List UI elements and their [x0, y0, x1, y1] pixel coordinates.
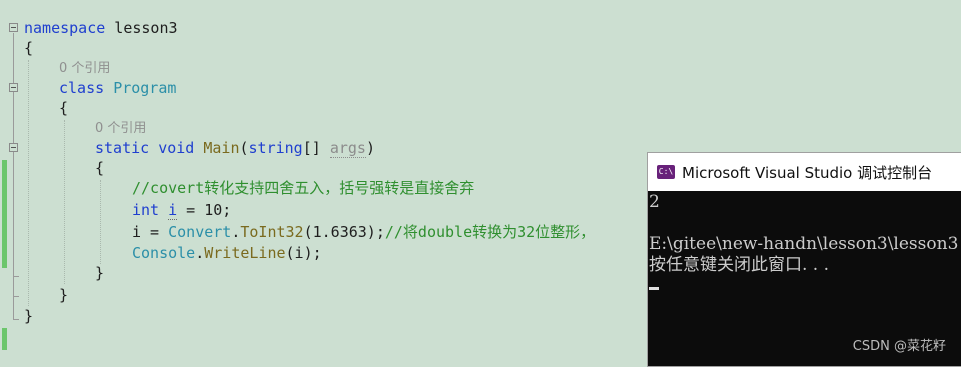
code-line-brace[interactable]: }	[24, 305, 33, 327]
type-name: Console	[132, 244, 196, 262]
namespace-name: lesson3	[105, 19, 178, 37]
collapse-method-icon[interactable]	[9, 143, 18, 152]
console-title-bar[interactable]: C:\ Microsoft Visual Studio 调试控制台	[648, 153, 961, 191]
code-line-namespace[interactable]: namespace lesson3	[24, 17, 178, 39]
code-line-brace[interactable]: }	[95, 262, 104, 284]
class-name: Program	[113, 79, 177, 97]
watermark: CSDN @菜花籽	[852, 339, 946, 354]
console-line: 按任意键关闭此窗口. . .	[649, 255, 830, 275]
parameter-args: args	[329, 139, 366, 158]
console-line: E:\gitee\new-handn\lesson3\lesson3	[649, 234, 959, 254]
punctuation: (	[239, 139, 249, 157]
code-line-brace[interactable]: }	[59, 284, 68, 306]
reference-count-lens[interactable]: 0 个引用	[59, 60, 110, 78]
type-name: Convert	[168, 223, 232, 241]
keyword: class	[59, 79, 105, 97]
indent-guide	[28, 60, 29, 306]
variable-i: i	[168, 201, 178, 220]
code-line-writeline[interactable]: Console.WriteLine(i);	[132, 242, 322, 264]
console-title: Microsoft Visual Studio 调试控制台	[682, 164, 933, 182]
code-line-int-decl[interactable]: int i = 10;	[132, 199, 231, 221]
keyword: namespace	[24, 19, 106, 37]
code-line-brace[interactable]: {	[95, 157, 104, 179]
code-text: (i);	[285, 244, 322, 262]
debug-console-window[interactable]: C:\ Microsoft Visual Studio 调试控制台 2 E:\g…	[647, 152, 961, 367]
punctuation: []	[302, 139, 330, 157]
method-name: WriteLine	[204, 244, 286, 262]
code-line-convert[interactable]: i = Convert.ToInt32(1.6363);//将double转换为…	[132, 221, 595, 243]
fold-end	[13, 276, 19, 277]
code-line-brace[interactable]: {	[24, 37, 33, 59]
keyword: string	[248, 139, 303, 157]
method-name: ToInt32	[240, 223, 304, 241]
code-line-class[interactable]: class Program	[59, 77, 176, 99]
change-indicator	[2, 160, 7, 268]
code-text: (1.6363);	[303, 223, 385, 241]
indent-guide	[100, 180, 101, 264]
console-line: 2	[649, 192, 660, 212]
fold-end	[13, 296, 19, 297]
console-cursor	[649, 287, 659, 290]
change-indicator	[2, 328, 7, 350]
code-text: = 10;	[177, 201, 232, 219]
console-app-icon: C:\	[657, 165, 675, 179]
code-line-main[interactable]: static void Main(string[] args)	[95, 137, 375, 159]
collapse-class-icon[interactable]	[9, 83, 18, 92]
punctuation: )	[365, 139, 375, 157]
code-line-brace[interactable]: {	[59, 97, 68, 119]
code-text: i =	[132, 223, 169, 241]
punctuation: .	[195, 244, 205, 262]
method-name: Main	[203, 139, 240, 157]
console-output[interactable]: 2 E:\gitee\new-handn\lesson3\lesson3 按任意…	[648, 191, 961, 366]
indent-guide	[64, 120, 65, 284]
comment: //将double转换为32位整形，	[384, 223, 596, 241]
keyword: int	[132, 201, 160, 219]
code-line-comment[interactable]: //covert转化支持四舍五入，括号强转是直接舍弃	[132, 177, 474, 199]
collapse-namespace-icon[interactable]	[9, 23, 18, 32]
keyword: void	[158, 139, 195, 157]
fold-end	[13, 319, 19, 320]
keyword: static	[95, 139, 150, 157]
reference-count-lens[interactable]: 0 个引用	[95, 120, 146, 138]
